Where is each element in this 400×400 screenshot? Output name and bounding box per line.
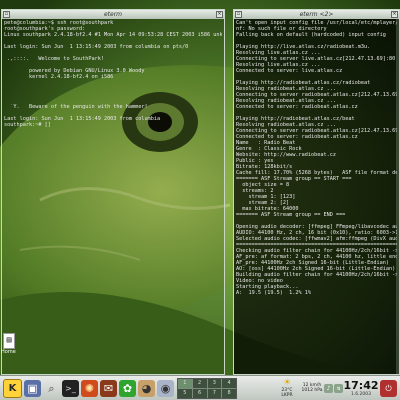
file-icon: ▤ [3,333,15,349]
window-menu-button[interactable]: ▫ [3,11,10,18]
window-title: eterm <2> [299,11,334,18]
terminal-line: A: 19.5 (19.5) 1.2% 1% [236,290,311,296]
terminal-icon[interactable]: >_ [62,379,79,397]
terminal-line: southpark:~# [] [4,122,51,128]
icq-flower-icon[interactable]: ✿ [119,379,136,397]
window-titlebar[interactable]: ▫ eterm × [2,10,224,19]
close-button[interactable]: × [216,11,223,18]
desktop-icon-label: Home [1,349,16,355]
sun-icon: ☀ [282,378,292,388]
close-button[interactable]: × [391,11,398,18]
pager-desktop-5[interactable]: 5 [178,388,192,398]
pager-desktop-7[interactable]: 7 [207,388,222,398]
taskbar-panel: K ▣ ⌕ >_ ✺ ✉ ✿ ◕ ◉ 12345678 ☀ 23°C LKPR … [0,375,400,400]
window-menu-button[interactable]: ▫ [235,11,242,18]
cd-player-icon[interactable]: ◉ [157,379,174,397]
search-icon[interactable]: ⌕ [43,380,60,397]
gimp-icon[interactable]: ◕ [138,379,155,397]
system-tray: ♪ ⇅ [324,383,343,393]
pager-desktop-6[interactable]: 6 [192,388,207,398]
clock-date: 1.6.2003 [350,391,372,397]
k-menu-button[interactable]: K [3,378,22,398]
network-icon[interactable]: ⇅ [334,383,343,393]
show-desktop-icon[interactable]: ▣ [24,379,41,397]
terminal-window-ssh[interactable]: ▫ eterm × pete@columbia:~$ ssh root@sout… [1,9,225,375]
desktop-home-icon[interactable]: ▤ Home [1,333,17,355]
desktop-pager[interactable]: 1234 5678 [177,377,237,399]
logout-icon[interactable]: ⏻ [380,379,397,397]
pager-desktop-2[interactable]: 2 [192,378,207,388]
weather-station: LKPR [281,393,293,398]
pager-desktop-1[interactable]: 1 [178,378,192,388]
scrollbar[interactable] [396,19,399,374]
pressure: 1012 hPa [301,388,323,393]
terminal-window-mplayer[interactable]: ▫ eterm <2> × Can't open input config fi… [233,9,400,375]
window-title: eterm [103,11,123,18]
terminal-line: Falling back on default (hardcoded) inpu… [236,32,386,38]
terminal-output[interactable]: Can't open input config file /usr/local/… [234,19,399,297]
browser-icon[interactable]: ✺ [81,379,98,397]
pager-desktop-3[interactable]: 3 [207,378,222,388]
mail-icon[interactable]: ✉ [100,379,117,397]
clock-time: 17:42 [343,378,379,392]
wind-readout: 12 km/h 1012 hPa [300,383,324,393]
weather-applet[interactable]: ☀ 23°C LKPR [274,378,300,399]
terminal-output[interactable]: pete@columbia:~$ ssh root@southpark root@… [2,19,224,129]
pager-desktop-4[interactable]: 4 [222,378,236,388]
pager-desktop-8[interactable]: 8 [222,388,236,398]
clock-applet[interactable]: 17:42 1.6.2003 [343,378,379,397]
taskbar-task-area[interactable] [239,379,274,398]
window-titlebar[interactable]: ▫ eterm <2> × [234,10,399,19]
volume-icon[interactable]: ♪ [324,383,333,393]
terminal-line: Linux southpark 2.4.18-bf2.4 #1 Mon Apr … [4,32,222,38]
